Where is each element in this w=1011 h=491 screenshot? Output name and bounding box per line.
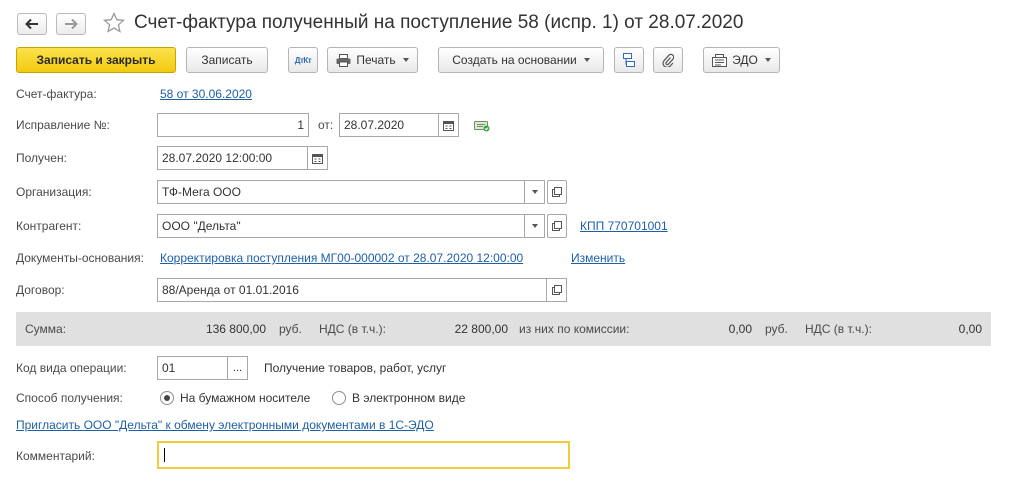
star-icon xyxy=(102,11,126,33)
counterparty-input[interactable]: ООО "Дельта" xyxy=(157,214,525,238)
organization-label: Организация: xyxy=(16,185,92,199)
calendar-icon xyxy=(443,120,454,131)
summary-band: Сумма: 136 800,00 руб. НДС (в т.ч.): 22 … xyxy=(16,312,991,346)
vat2-label: НДС (в т.ч.): xyxy=(805,322,872,336)
document-structure-icon xyxy=(623,53,635,67)
print-label: Печать xyxy=(356,53,396,67)
text-cursor xyxy=(164,448,165,462)
received-calendar-button[interactable] xyxy=(308,146,328,170)
create-based-on-label: Создать на основании xyxy=(452,53,577,67)
sum-value: 136 800,00 xyxy=(205,322,266,336)
change-link[interactable]: Изменить xyxy=(571,251,625,265)
arrow-left-icon xyxy=(25,18,38,30)
commission-label: из них по комиссии: xyxy=(519,322,630,336)
correction-label: Исправление №: xyxy=(16,118,110,132)
attachments-button[interactable] xyxy=(653,47,683,73)
dtkt-button[interactable]: ДтКт xyxy=(288,47,318,73)
chevron-down-icon xyxy=(583,58,590,62)
commission-value: 0,00 xyxy=(728,322,752,336)
organization-dropdown-button[interactable] xyxy=(525,180,545,204)
receive-paper-label[interactable]: На бумажном носителе xyxy=(180,391,310,405)
contract-input[interactable]: 88/Аренда от 01.01.2016 xyxy=(157,278,547,302)
contract-open-button[interactable] xyxy=(547,278,567,302)
invite-edo-link[interactable]: Пригласить ООО "Дельта" к обмену электро… xyxy=(16,418,434,432)
paperclip-icon xyxy=(662,53,674,67)
chevron-down-icon xyxy=(531,190,538,194)
page-title: Счет-фактура полученный на поступление 5… xyxy=(134,12,744,33)
receive-method-label: Способ получения: xyxy=(16,391,123,405)
save-button[interactable]: Записать xyxy=(186,47,268,73)
operation-code-select-button[interactable]: ... xyxy=(228,356,248,380)
operation-description: Получение товаров, работ, услуг xyxy=(264,361,447,375)
create-based-on-button[interactable]: Создать на основании xyxy=(438,47,604,73)
chevron-down-icon xyxy=(402,58,409,62)
invoice-link[interactable]: 58 от 30.06.2020 xyxy=(160,87,252,101)
calendar-icon xyxy=(312,153,323,164)
sum-currency: руб. xyxy=(279,322,302,336)
counterparty-open-button[interactable] xyxy=(547,214,567,238)
receive-electronic-radio[interactable] xyxy=(332,391,346,405)
comment-input[interactable] xyxy=(157,441,570,469)
operation-code-label: Код вида операции: xyxy=(16,361,127,375)
correction-number-input[interactable]: 1 xyxy=(157,113,309,137)
forward-button[interactable] xyxy=(56,13,86,35)
organization-input[interactable]: ТФ-Мега ООО xyxy=(157,180,525,204)
dtkt-icon: ДтКт xyxy=(294,55,312,65)
base-document-link[interactable]: Корректировка поступления МГ00-000002 от… xyxy=(160,251,523,265)
base-documents-label: Документы-основания: xyxy=(16,251,144,265)
counterparty-dropdown-button[interactable] xyxy=(525,214,545,238)
open-window-icon xyxy=(551,285,562,295)
edo-icon xyxy=(712,53,728,67)
edo-label: ЭДО xyxy=(732,53,758,67)
receive-electronic-label[interactable]: В электронном виде xyxy=(352,391,465,405)
operation-code-input[interactable]: 01 xyxy=(157,356,228,380)
printer-icon xyxy=(336,53,351,67)
counterparty-label: Контрагент: xyxy=(16,219,82,233)
favorite-star-button[interactable] xyxy=(102,11,126,35)
edo-status-icon xyxy=(474,118,490,135)
comment-label: Комментарий: xyxy=(16,449,95,463)
vat-label: НДС (в т.ч.): xyxy=(319,322,386,336)
arrow-right-icon xyxy=(65,18,78,30)
organization-open-button[interactable] xyxy=(547,180,567,204)
edo-button[interactable]: ЭДО xyxy=(703,47,780,73)
received-label: Получен: xyxy=(16,151,67,165)
from-date-calendar-button[interactable] xyxy=(439,113,459,137)
received-datetime-input[interactable]: 28.07.2020 12:00:00 xyxy=(157,146,308,170)
chevron-down-icon xyxy=(531,224,538,228)
kpp-link[interactable]: КПП 770701001 xyxy=(580,219,668,233)
print-button[interactable]: Печать xyxy=(327,47,418,73)
contract-label: Договор: xyxy=(16,283,65,297)
back-button[interactable] xyxy=(17,13,47,35)
open-window-icon xyxy=(552,221,562,231)
save-and-close-button[interactable]: Записать и закрыть xyxy=(16,47,176,73)
commission-currency: руб. xyxy=(765,322,788,336)
structure-button[interactable] xyxy=(614,47,644,73)
vat2-value: 0,00 xyxy=(958,322,982,336)
from-label: от: xyxy=(318,118,334,132)
receive-paper-radio[interactable] xyxy=(160,391,174,405)
chevron-down-icon xyxy=(764,58,771,62)
invoice-label: Счет-фактура: xyxy=(16,87,97,101)
open-window-icon xyxy=(552,187,562,197)
vat-value: 22 800,00 xyxy=(454,322,508,336)
from-date-input[interactable]: 28.07.2020 xyxy=(339,113,439,137)
